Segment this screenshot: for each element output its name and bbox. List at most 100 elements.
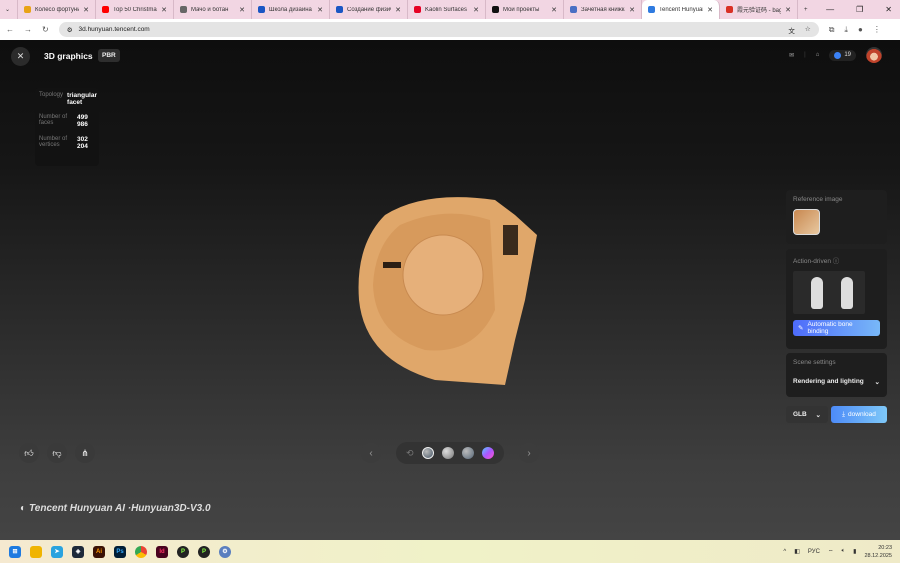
site-info-icon[interactable]: ⚙	[67, 26, 73, 34]
download-icon[interactable]: ⤓	[844, 25, 848, 35]
share-button[interactable]: ⋔	[75, 443, 95, 463]
tab-close-icon[interactable]: ✕	[317, 6, 323, 14]
tab-close-icon[interactable]: ✕	[707, 6, 713, 14]
format-select[interactable]: GLB ⌄	[786, 406, 828, 423]
language-indicator[interactable]: РУС	[808, 549, 820, 555]
tab-close-icon[interactable]: ✕	[785, 6, 791, 14]
bookmark-star-icon[interactable]: ☆	[805, 25, 811, 35]
start-icon[interactable]: ⊞	[9, 545, 21, 558]
material-normal[interactable]	[481, 447, 494, 459]
rendering-lighting-dropdown[interactable]: Rendering and lighting ⌄	[793, 378, 880, 386]
previous-button[interactable]: ‹	[361, 443, 381, 463]
thumbs-up-icon: 👍︎	[24, 447, 34, 458]
download-icon: ⤓	[842, 410, 846, 418]
settings-icon[interactable]: ⚙	[219, 545, 231, 558]
indesign-icon[interactable]: Id	[156, 545, 168, 558]
tab-close-icon[interactable]: ✕	[473, 6, 479, 14]
new-tab-button[interactable]: +	[798, 0, 816, 19]
translate-icon[interactable]: 文	[788, 25, 795, 35]
browser-tab[interactable]: Мои проекты ✕	[486, 0, 564, 19]
dislike-button[interactable]: 👎︎	[47, 443, 67, 463]
tab-close-icon[interactable]: ✕	[83, 6, 89, 14]
app-p2-icon[interactable]: P	[198, 545, 210, 558]
back-icon[interactable]: ←	[6, 25, 14, 34]
favicon-icon	[336, 6, 343, 13]
restore-button[interactable]: ❐	[856, 5, 863, 14]
tab-close-icon[interactable]: ✕	[629, 6, 635, 14]
app-icon[interactable]: ◈	[72, 545, 84, 558]
battery-icon[interactable]: ▮	[853, 548, 856, 555]
illustrator-icon[interactable]: Ai	[93, 545, 105, 558]
credits-count: 19	[844, 52, 851, 58]
bone-button-label: Automatic bone binding	[807, 321, 853, 335]
address-bar-row: ← → ↻ ⚙ 3d.hunyuan.tencent.com 文 ☆ ⧉ ⤓ ● …	[0, 19, 900, 40]
share-icon: ⋔	[81, 447, 89, 458]
browser-tab[interactable]: Tencent Hunyuan ✕	[642, 0, 720, 19]
chrome-icon[interactable]	[135, 545, 147, 558]
browser-tab[interactable]: Создание физич ✕	[330, 0, 408, 19]
tray-app-icon[interactable]: ◧	[794, 548, 800, 555]
gift-icon[interactable]: ⌂	[816, 52, 820, 58]
browser-tab-bar: ⌄ Колесо фортуны ✕ Top 50 Christmas ✕ Мачо и…	[0, 0, 900, 19]
faces-value: 499 986	[77, 114, 88, 128]
url-text: 3d.hunyuan.tencent.com	[78, 26, 150, 33]
tab-title: Мачо и ботан	[191, 6, 229, 13]
rotate-icon[interactable]: ⟲	[406, 448, 414, 459]
window-close-button[interactable]: ✕	[885, 5, 892, 14]
tab-close-icon[interactable]: ✕	[395, 6, 401, 14]
thumbs-down-icon: 👎︎	[52, 447, 62, 458]
automatic-bone-binding-button[interactable]: ✎ Automatic bone binding	[793, 320, 880, 336]
reference-image-label: Reference image	[793, 196, 843, 203]
reload-icon[interactable]: ↻	[42, 25, 49, 34]
tab-title: Колесо фортуны	[35, 6, 80, 13]
credits-badge[interactable]: 19	[829, 49, 856, 61]
material-metal[interactable]	[461, 447, 474, 459]
tab-search-button[interactable]: ⌄	[0, 0, 18, 19]
favicon-icon	[726, 6, 733, 13]
tray-chevron-icon[interactable]: ^	[783, 549, 786, 555]
pbr-badge[interactable]: PBR	[98, 49, 120, 62]
next-button[interactable]: ›	[519, 443, 539, 463]
browser-tab[interactable]: Колесо фортуны ✕	[18, 0, 96, 19]
favicon-icon	[102, 6, 109, 13]
avatar[interactable]	[866, 47, 882, 63]
telegram-icon[interactable]: ➤	[51, 545, 63, 558]
browser-tab[interactable]: 霞元验证码 - bag ✕	[720, 0, 798, 19]
close-button[interactable]: ✕	[11, 47, 30, 66]
browser-tab[interactable]: Зачетная книжка ✕	[564, 0, 642, 19]
chevron-down-icon: ⌄	[815, 411, 821, 419]
tab-close-icon[interactable]: ✕	[239, 6, 245, 14]
tab-close-icon[interactable]: ✕	[551, 6, 557, 14]
3d-model-stadium[interactable]	[355, 190, 540, 388]
favicon-icon	[24, 6, 31, 13]
app-p-icon[interactable]: P	[177, 545, 189, 558]
tab-close-icon[interactable]: ✕	[161, 6, 167, 14]
volume-icon[interactable]: 🔈︎	[842, 548, 846, 555]
browser-tab[interactable]: Top 50 Christmas ✕	[96, 0, 174, 19]
browser-tab[interactable]: Мачо и ботан ✕	[174, 0, 252, 19]
chevron-right-icon: ›	[527, 447, 531, 459]
minimize-button[interactable]: —	[826, 5, 834, 14]
date: 28.12.2025	[864, 552, 892, 559]
browser-tab[interactable]: Школа дизайна ✕	[252, 0, 330, 19]
material-white[interactable]	[441, 447, 454, 459]
extensions-icon[interactable]: ⧉	[829, 25, 835, 35]
photoshop-icon[interactable]: Ps	[114, 545, 126, 558]
menu-icon[interactable]: ⋮	[873, 25, 881, 34]
tab-title: 霞元验证码 - bag	[737, 8, 782, 14]
file-explorer-icon[interactable]	[30, 545, 42, 558]
forward-icon[interactable]: →	[24, 25, 32, 34]
url-input[interactable]: ⚙ 3d.hunyuan.tencent.com 文 ☆	[58, 22, 819, 37]
material-textured[interactable]	[421, 447, 434, 459]
mail-icon[interactable]: ✉	[789, 52, 794, 59]
clock[interactable]: 20:23 28.12.2025	[864, 544, 892, 560]
browser-tab[interactable]: Kaolin Surfaces ✕	[408, 0, 486, 19]
favicon-icon	[180, 6, 187, 13]
download-button[interactable]: ⤓ download	[831, 406, 887, 423]
info-icon[interactable]: ⓘ	[833, 258, 840, 265]
reference-image-thumbnail[interactable]	[793, 209, 820, 235]
wifi-icon[interactable]: ⌔	[828, 548, 834, 556]
like-button[interactable]: 👍︎	[19, 443, 39, 463]
chevron-left-icon: ‹	[369, 447, 373, 459]
profile-icon[interactable]: ●	[858, 25, 863, 34]
